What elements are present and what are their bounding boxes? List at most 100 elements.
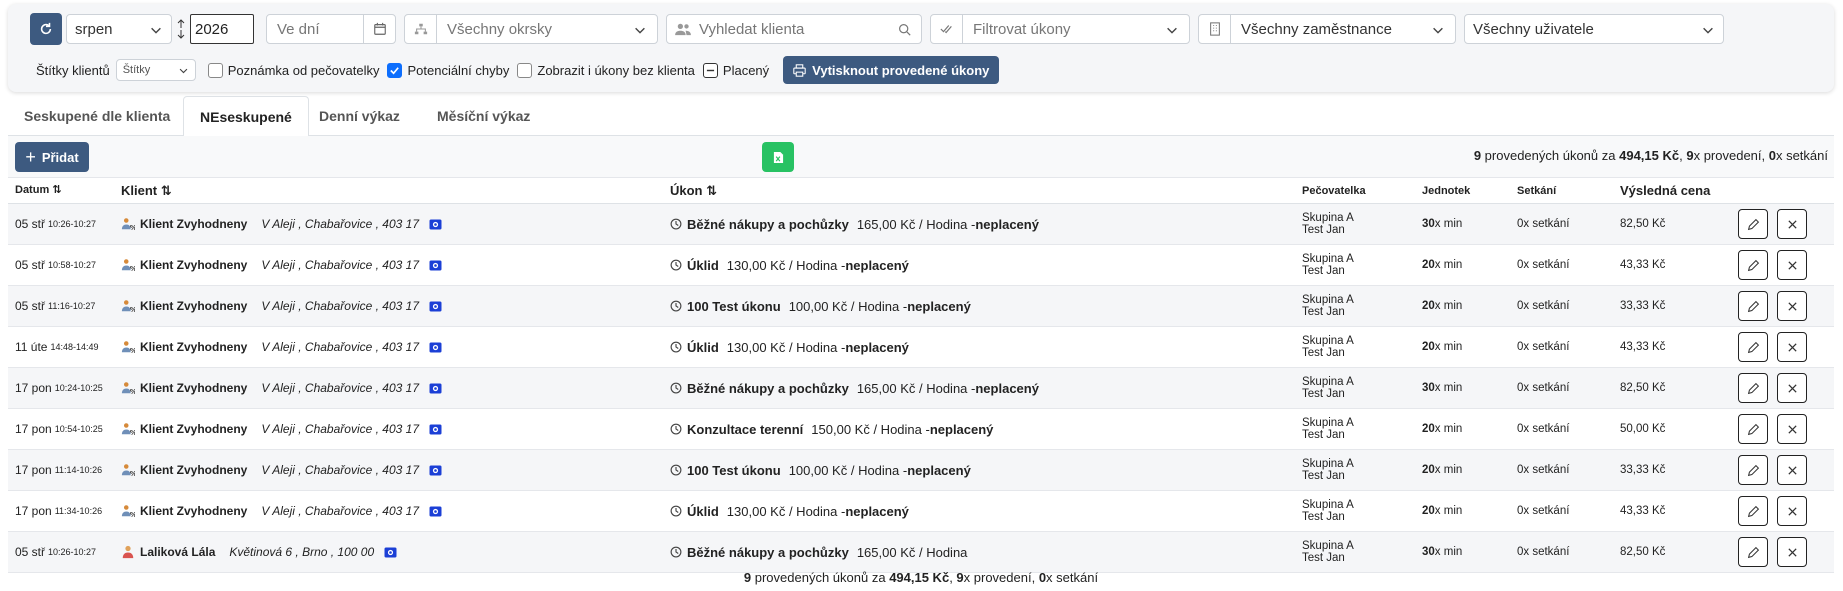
client-detail-link[interactable] [429, 301, 442, 312]
edit-button[interactable] [1738, 291, 1768, 321]
delete-button[interactable] [1777, 291, 1807, 321]
delete-button[interactable] [1777, 332, 1807, 362]
client-tags-select[interactable]: Štítky [115, 59, 196, 81]
refresh-icon [40, 22, 52, 35]
users-select[interactable]: Všechny uživatele [1464, 14, 1724, 44]
export-excel-button[interactable] [762, 142, 794, 172]
date-day: 05 stř [15, 258, 46, 272]
employees-select[interactable]: Všechny zaměstnance [1198, 14, 1456, 44]
edit-button[interactable] [1738, 373, 1768, 403]
client-detail-link[interactable] [429, 342, 442, 353]
cell-date: 17 pon 10:24-10:25 [15, 368, 103, 408]
building-icon [1209, 22, 1220, 36]
tags-select-value: Štítky [122, 64, 151, 76]
cell-task: 100 Test úkonu 100,00 Kč / Hodina - nepla… [670, 450, 971, 490]
district-select[interactable]: Všechny okrsky [404, 14, 658, 44]
tasks-icon-addon [931, 15, 963, 43]
client-detail-link[interactable] [429, 465, 442, 476]
header-client[interactable]: Klient ⇅ [121, 183, 172, 199]
client-name[interactable]: Klient Zvyhodneny [140, 217, 247, 231]
delete-button[interactable] [1777, 209, 1807, 239]
cell-units: 20 x min [1422, 245, 1462, 285]
cell-client: % Klient Zvyhodneny V Aleji , Chabařovice … [121, 450, 442, 490]
header-task[interactable]: Úkon ⇅ [670, 183, 717, 199]
print-button-label: Vytisknout provedené úkony [812, 62, 990, 78]
client-name[interactable]: Klient Zvyhodneny [140, 258, 247, 272]
caregiver-name: Test Jan [1302, 347, 1345, 359]
client-name[interactable]: Klient Zvyhodneny [140, 463, 247, 477]
print-tasks-button[interactable]: Vytisknout provedené úkony [783, 56, 1000, 84]
client-search-placeholder: Vyhledat klienta [699, 20, 805, 38]
checkbox-without-client[interactable] [517, 62, 533, 78]
svg-text:%: % [130, 470, 135, 477]
delete-button[interactable] [1777, 414, 1807, 444]
tasks-filter-select[interactable]: Filtrovat úkony [930, 14, 1190, 44]
edit-button[interactable] [1738, 332, 1768, 362]
chevron-down-icon [179, 68, 188, 74]
client-name[interactable]: Klient Zvyhodneny [140, 340, 247, 354]
tab-monthly-report[interactable]: Měsíční výkaz [421, 96, 546, 136]
month-select[interactable]: srpen [66, 14, 172, 44]
cell-caregiver: Skupina A Test Jan [1302, 204, 1354, 244]
clock-icon [670, 382, 682, 394]
cell-caregiver: Skupina A Test Jan [1302, 327, 1354, 367]
client-name[interactable]: Klient Zvyhodneny [140, 422, 247, 436]
edit-button[interactable] [1738, 250, 1768, 280]
edit-button[interactable] [1738, 414, 1768, 444]
calendar-icon [373, 22, 386, 35]
filter-row-options: Štítky klientů Štítky Poznámka od pečova… [36, 55, 1000, 85]
task-rate: 130,00 Kč / Hodina - [726, 503, 846, 519]
header-date[interactable]: Datum ⇅ [15, 183, 62, 196]
delete-button[interactable] [1777, 537, 1807, 567]
client-detail-link[interactable] [384, 547, 397, 558]
cell-caregiver: Skupina A Test Jan [1302, 368, 1354, 408]
days-input[interactable]: Ve dní [266, 14, 396, 44]
edit-button[interactable] [1738, 496, 1768, 526]
client-detail-link[interactable] [429, 424, 442, 435]
units-suffix: x min [1434, 546, 1463, 558]
client-detail-link[interactable] [429, 383, 442, 394]
cell-actions [1738, 450, 1816, 490]
delete-button[interactable] [1777, 496, 1807, 526]
task-name: Úklid [687, 503, 719, 519]
checkbox-paid-label: Placený [722, 62, 770, 78]
delete-button[interactable] [1777, 455, 1807, 485]
date-time: 11:14-10:26 [54, 465, 103, 475]
refresh-button[interactable] [30, 13, 62, 45]
caregiver-group: Skupina A [1302, 335, 1354, 347]
cell-units: 30 x min [1422, 368, 1462, 408]
client-name[interactable]: Laliková Lála [140, 545, 215, 559]
sort-icon: ⇅ [160, 183, 172, 198]
calendar-button[interactable] [363, 15, 395, 43]
year-input[interactable]: 2026 [190, 14, 254, 44]
client-detail-link[interactable] [429, 506, 442, 517]
tab-grouped-by-client[interactable]: Seskupené dle klienta [8, 96, 186, 136]
units-value: 20 [1422, 259, 1435, 271]
pencil-icon [1747, 505, 1759, 517]
tab-daily-report[interactable]: Denní výkaz [303, 96, 416, 136]
edit-button[interactable] [1738, 455, 1768, 485]
units-value: 20 [1422, 423, 1435, 435]
checkbox-paid[interactable] [702, 62, 718, 78]
client-name[interactable]: Klient Zvyhodneny [140, 504, 247, 518]
edit-button[interactable] [1738, 209, 1768, 239]
edit-button[interactable] [1738, 537, 1768, 567]
client-detail-link[interactable] [429, 219, 442, 230]
client-address: V Aleji , Chabařovice , 403 17 [261, 258, 419, 272]
client-name[interactable]: Klient Zvyhodneny [140, 381, 247, 395]
delete-button[interactable] [1777, 373, 1807, 403]
delete-button[interactable] [1777, 250, 1807, 280]
table-row: 05 stř10:58-10:27% Klient Zvyhodneny V Ale… [8, 245, 1834, 286]
checkbox-caregiver-note[interactable] [207, 62, 223, 78]
add-button[interactable]: + Přidat [15, 142, 89, 172]
checkbox-potential-errors-label: Potenciální chyby [407, 62, 510, 78]
client-detail-link[interactable] [429, 260, 442, 271]
client-search[interactable]: Vyhledat klienta [666, 14, 922, 44]
client-name[interactable]: Klient Zvyhodneny [140, 299, 247, 313]
date-time: 10:58-10:27 [48, 260, 97, 270]
tab-ungrouped[interactable]: NEseskupené [183, 96, 309, 137]
units-suffix: x min [1434, 464, 1463, 476]
checkbox-potential-errors[interactable] [387, 62, 403, 78]
year-stepper[interactable] [174, 14, 188, 44]
clock-icon [670, 341, 682, 353]
